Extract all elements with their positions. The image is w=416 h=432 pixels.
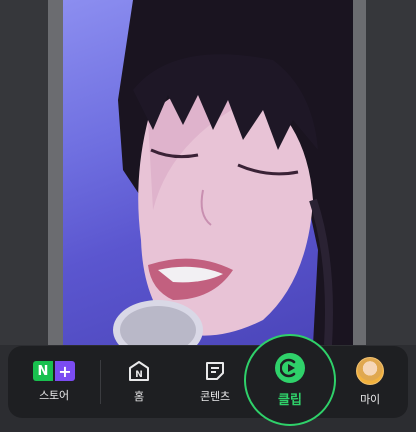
svg-text:N: N — [135, 370, 143, 380]
video-player[interactable] — [63, 0, 353, 345]
nav-my-label: 마이 — [360, 393, 380, 406]
nav-contents[interactable]: 콘텐츠 — [184, 346, 246, 418]
nav-home[interactable]: N 홈 — [108, 346, 170, 418]
clip-icon — [275, 352, 305, 383]
left-dark-margin — [0, 0, 48, 345]
store-n-badge: N — [33, 361, 53, 381]
avatar — [356, 357, 384, 385]
nav-home-label: 홈 — [134, 390, 144, 403]
video-frame-image — [113, 0, 353, 345]
bottom-navigation-bar: N + 스토어 N 홈 콘텐츠 마이 — [8, 346, 408, 418]
nav-contents-label: 콘텐츠 — [200, 390, 230, 403]
nav-store-label: 스토어 — [39, 389, 69, 402]
home-icon: N — [129, 361, 149, 381]
nav-my[interactable]: 마이 — [344, 346, 396, 418]
nav-clip[interactable]: 클립 — [244, 334, 336, 426]
nav-divider — [100, 360, 101, 404]
store-icon: N + — [33, 361, 75, 381]
contents-icon — [206, 362, 224, 380]
right-dark-margin — [366, 0, 416, 345]
store-plus-badge: + — [55, 361, 75, 381]
nav-store[interactable]: N + 스토어 — [18, 346, 90, 418]
nav-clip-label: 클립 — [278, 392, 302, 408]
